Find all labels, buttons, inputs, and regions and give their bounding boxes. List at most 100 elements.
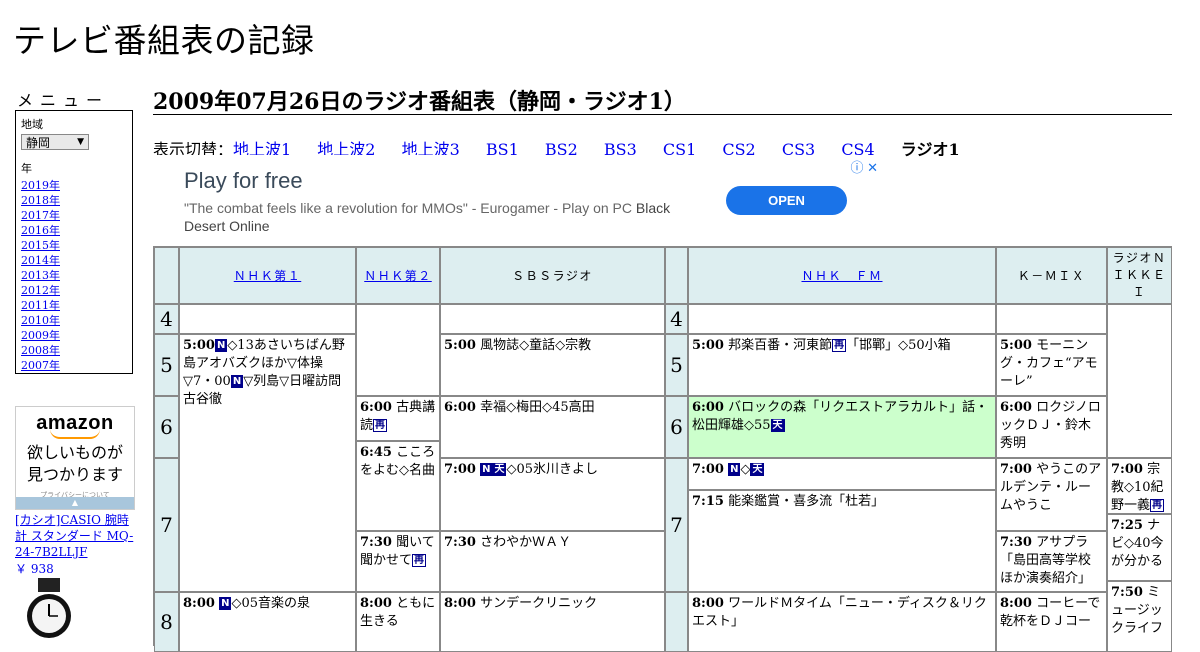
program-cell[interactable]: 5:00 N ◇13あさいちばん野島アオバズクほか▽体操▽7・00 N ▽列島▽日曜訪問… (179, 334, 356, 592)
program-time: 8:00 (360, 596, 392, 611)
program-cell[interactable]: 7:00 やうこのアルデンテ・ルームやうこ (996, 458, 1107, 531)
program-cell[interactable]: 8:00 コーヒーで乾杯をＤＪコー (996, 592, 1107, 652)
program-title: 邦楽百番・河東節 (728, 338, 833, 353)
page-heading: 2009年07月26日のラジオ番組表（静岡・ラジオ1） (153, 84, 1172, 115)
ad-title[interactable]: Play for free (184, 168, 303, 194)
program-cell[interactable]: 5:00 邦楽百番・河東節再「邯鄲」◇50小箱 (688, 334, 996, 396)
program-cell[interactable]: 7:30 聞いて聞かせて再 (356, 531, 440, 592)
program-cell[interactable]: 7:00 N 天 ◇05氷川きよし (440, 458, 665, 531)
banner-ad[interactable]: ⓘ ✕ Play for free "The combat feels like… (153, 155, 881, 245)
region-select-value: 静岡 (26, 135, 51, 150)
program-cell[interactable]: 7:25 ナビ◇40今が分かる (1107, 514, 1172, 581)
program-title: 「邯鄲」◇50小箱 (846, 338, 951, 353)
program-cell-empty (996, 304, 1107, 334)
switch-current: ラジオ1 (900, 140, 960, 159)
product-price: ￥ 938 (15, 562, 54, 576)
program-cell[interactable]: 5:00 モーニング・カフェ“アモーレ” (996, 334, 1107, 396)
station-link-nhk1[interactable]: ＮＨＫ第１ (234, 267, 302, 285)
year-link[interactable]: 2012年 (21, 284, 60, 297)
program-cell[interactable]: 6:00 幸福◇梅田◇45高田 (440, 396, 665, 458)
adchoices-close-icon[interactable]: ⓘ ✕ (850, 157, 878, 176)
program-cell[interactable]: 7:00 宗教◇10紀野一義再 (1107, 458, 1172, 514)
hour-cell: 4 (665, 304, 688, 334)
amazon-ad[interactable]: amazon 欲しいものが 見つかります プライバシーについて ▲ (15, 406, 135, 510)
menu-heading: メニュー (17, 91, 110, 110)
program-cell-empty (440, 304, 665, 334)
amazon-logo: amazon (36, 412, 114, 434)
station-header: ＮＨＫ第１ (179, 247, 356, 304)
hour-cell: 8 (154, 592, 179, 652)
year-link[interactable]: 2007年 (21, 359, 60, 372)
chevron-up-icon[interactable]: ▲ (16, 497, 134, 509)
program-cell[interactable]: 7:00 N ◇ 天 (688, 458, 996, 490)
rebroadcast-icon: 再 (373, 419, 388, 432)
program-time: 8:00 (444, 596, 476, 611)
program-time: 7:30 (1000, 535, 1032, 550)
station-header: ＳＢＳラジオ (440, 247, 665, 304)
corner-cell (154, 247, 179, 304)
product-link[interactable]: [カシオ]CASIO 腕時計 スタンダード MQ-24-7B2LLJF (15, 512, 137, 560)
news-icon: N (219, 597, 232, 610)
hour-cell: 7 (665, 458, 688, 592)
program-time: 7:00 (692, 462, 724, 477)
year-link[interactable]: 2010年 (21, 314, 60, 327)
program-cell[interactable]: 6:00 ロクジノロックＤＪ・鈴木秀明 (996, 396, 1107, 458)
watch-image[interactable] (18, 578, 84, 638)
program-title: ワールドＭタイム「ニュー・ディスク＆リクエスト」 (692, 596, 987, 629)
year-link[interactable]: 2011年 (21, 299, 60, 312)
ad-open-button[interactable]: OPEN (726, 186, 847, 215)
program-cell-empty (179, 304, 356, 334)
rebroadcast-icon: 再 (832, 339, 847, 352)
year-link[interactable]: 2013年 (21, 269, 60, 282)
hour-cell: 5 (154, 334, 179, 396)
hour-cell: 6 (665, 396, 688, 458)
program-cell-empty (356, 304, 440, 396)
menu-box: 地域 静岡 ▼ 年 2019年 2018年 2017年 2016年 2015年 … (15, 110, 133, 374)
year-link[interactable]: 2009年 (21, 329, 60, 342)
amazon-copy-line1: 欲しいものが (26, 445, 123, 462)
station-header: ＮＨＫ第２ (356, 247, 440, 304)
year-link[interactable]: 2017年 (21, 209, 60, 222)
program-cell[interactable]: 8:00 サンデークリニック (440, 592, 665, 652)
station-link-nhkfm[interactable]: ＮＨＫ ＦＭ (801, 267, 882, 285)
program-cell[interactable]: 7:50 ミュージックライフ (1107, 581, 1172, 652)
year-link[interactable]: 2014年 (21, 254, 60, 267)
program-cell[interactable]: 6:00 古典講読再 (356, 396, 440, 441)
station-header: Ｋ－ＭＩＸ (996, 247, 1107, 304)
program-cell[interactable]: 5:00 風物誌◇童話◇宗教 (440, 334, 665, 396)
program-cell-empty (1107, 304, 1172, 458)
program-cell[interactable]: 8:00 N ◇05音楽の泉 (179, 592, 356, 652)
program-time: 6:00 (692, 400, 724, 415)
news-icon: N (480, 463, 493, 476)
program-cell[interactable]: 8:00 ともに生きる (356, 592, 440, 652)
program-title: ◇05氷川きよし (506, 462, 598, 477)
news-icon: N (728, 463, 741, 476)
year-link[interactable]: 2008年 (21, 344, 60, 357)
program-time: 5:00 (444, 338, 476, 353)
program-cell[interactable]: 7:15 能楽鑑賞・喜多流「杜若」 (688, 490, 996, 592)
program-time: 7:00 (1111, 462, 1143, 477)
program-cell-empty (688, 304, 996, 334)
year-link[interactable]: 2018年 (21, 194, 60, 207)
year-list: 2019年 2018年 2017年 2016年 2015年 2014年 2013… (21, 178, 127, 373)
weather-icon: 天 (770, 419, 785, 432)
weather-icon: 天 (492, 463, 507, 476)
hour-cell: 5 (665, 334, 688, 396)
hour-cell (665, 592, 688, 652)
program-time: 6:00 (444, 400, 476, 415)
station-link-nhk2[interactable]: ＮＨＫ第２ (364, 267, 432, 285)
year-link[interactable]: 2019年 (21, 179, 60, 192)
region-select[interactable]: 静岡 ▼ (21, 134, 89, 150)
program-time: 6:00 (360, 400, 392, 415)
program-cell[interactable]: 7:30 アサプラ「島田高等学校ほか演奏紹介」 (996, 531, 1107, 592)
program-cell-current[interactable]: 6:00 バロックの森「リクエストアラカルト」話・松田輝雄◇55 天 (688, 396, 996, 458)
program-cell[interactable]: 6:45 こころをよむ◇名曲 (356, 441, 440, 531)
program-time: 6:00 (1000, 400, 1032, 415)
year-link[interactable]: 2015年 (21, 239, 60, 252)
site-title: テレビ番組表の記録 (13, 21, 315, 60)
program-cell[interactable]: 7:30 さわやかＷＡＹ (440, 531, 665, 592)
program-cell[interactable]: 8:00 ワールドＭタイム「ニュー・ディスク＆リクエスト」 (688, 592, 996, 652)
program-title: サンデークリニック (480, 596, 598, 611)
year-link[interactable]: 2016年 (21, 224, 60, 237)
amazon-copy-line2: 見つかります (26, 467, 123, 484)
